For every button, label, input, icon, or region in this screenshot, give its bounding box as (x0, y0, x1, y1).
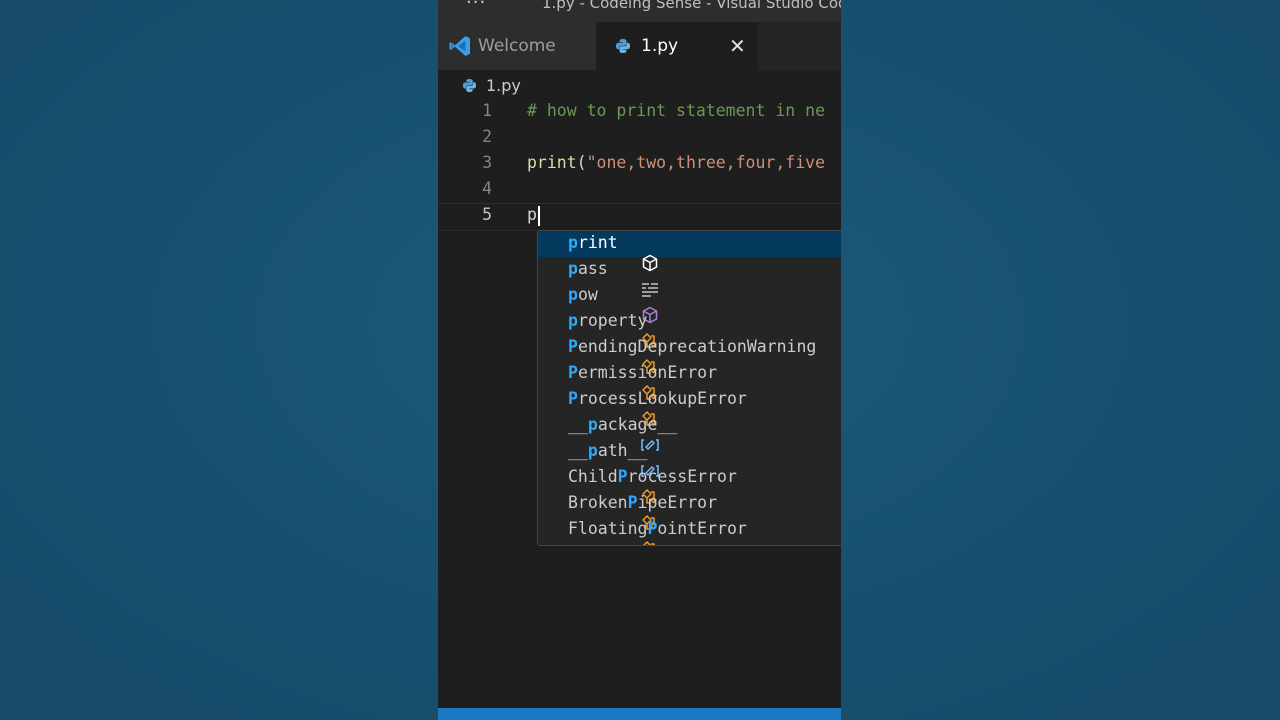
keyword-icon (542, 261, 659, 297)
suggestion-label: pow (568, 285, 598, 304)
python-icon (615, 38, 631, 59)
code-text: p (527, 205, 537, 224)
class-icon (542, 313, 658, 348)
suggestion-item[interactable]: FloatingPointError (538, 517, 841, 545)
suggestion-label: __path__ (568, 441, 648, 460)
suggestion-label: FloatingPointError (568, 519, 747, 538)
code-line[interactable]: 1 # how to print statement in ne (438, 100, 841, 126)
class-icon (542, 495, 658, 530)
variable-icon (542, 417, 660, 451)
vscode-logo-icon (448, 34, 472, 63)
suggestion-label: print (568, 233, 618, 252)
breadcrumb-file[interactable]: 1.py (486, 76, 521, 95)
suggestion-item[interactable]: PendingDeprecationWarning (538, 335, 841, 374)
suggestion-item[interactable]: BrokenPipeError (538, 491, 841, 530)
code-line[interactable]: 3 print("one,two,three,four,five (438, 152, 841, 178)
code-string: "one,two,three,four,five (586, 153, 826, 172)
status-bar (438, 708, 841, 720)
tab-welcome[interactable]: Welcome (438, 22, 596, 70)
suggestion-label: ChildProcessError (568, 467, 737, 486)
code-comment: # how to print statement in ne (527, 101, 826, 120)
suggestion-item[interactable]: property (538, 309, 841, 348)
class-icon (542, 521, 656, 545)
line-number: 3 (482, 153, 492, 172)
variable-icon (542, 443, 660, 477)
suggestion-widget: print pass pow property PendingDeprecati… (537, 230, 841, 546)
code-function: print (527, 153, 577, 172)
title-bar: ··· 1.py - Codeing Sense - Visual Studio… (438, 0, 841, 22)
suggestion-label: property (568, 311, 648, 330)
method-cube-icon (542, 235, 658, 272)
text-cursor (538, 206, 540, 226)
class-icon (542, 469, 658, 504)
function-cube-icon (542, 287, 658, 324)
line-number: 2 (482, 127, 492, 146)
python-icon (462, 78, 477, 97)
vscode-window: ··· 1.py - Codeing Sense - Visual Studio… (438, 0, 841, 720)
tab-1-py[interactable]: 1.py ✕ (596, 22, 758, 70)
suggestion-label: PermissionError (568, 363, 718, 382)
tab-1-py-label: 1.py (641, 36, 679, 56)
suggestion-item[interactable]: print (538, 231, 841, 272)
code-paren: ( (576, 153, 587, 172)
suggestion-label: __package__ (568, 415, 678, 434)
code-text: print("one,two,three,four,five (527, 153, 825, 172)
suggestion-item[interactable]: ChildProcessError (538, 465, 841, 504)
close-icon[interactable]: ✕ (729, 34, 746, 58)
breadcrumb: 1.py (438, 70, 841, 100)
suggestion-label: BrokenPipeError (568, 493, 718, 512)
suggestion-item[interactable]: pass (538, 257, 841, 297)
line-number: 1 (482, 101, 492, 120)
suggestion-label: pass (568, 259, 608, 278)
suggestion-item[interactable]: pow (538, 283, 841, 324)
class-icon (542, 365, 658, 400)
code-line[interactable]: 4 (438, 178, 841, 204)
suggestion-item[interactable]: __package__ (538, 413, 841, 451)
code-line-current[interactable]: 5 p (438, 203, 841, 231)
suggestion-label: PendingDeprecationWarning (568, 337, 817, 356)
class-icon (542, 339, 658, 374)
suggestion-label: ProcessLookupError (568, 389, 747, 408)
line-number: 4 (482, 179, 492, 198)
code-line[interactable]: 2 (438, 126, 841, 152)
class-icon (542, 391, 658, 426)
tab-welcome-label: Welcome (478, 36, 556, 56)
suggestion-item[interactable]: ProcessLookupError (538, 387, 841, 426)
suggestion-item[interactable]: __path__ (538, 439, 841, 477)
window-title: 1.py - Codeing Sense - Visual Studio Cod… (542, 0, 841, 12)
tab-bar: Welcome 1.py ✕ (438, 22, 841, 70)
more-menu-icon[interactable]: ··· (466, 0, 486, 13)
suggestion-item[interactable]: PermissionError (538, 361, 841, 400)
line-number: 5 (482, 205, 492, 224)
